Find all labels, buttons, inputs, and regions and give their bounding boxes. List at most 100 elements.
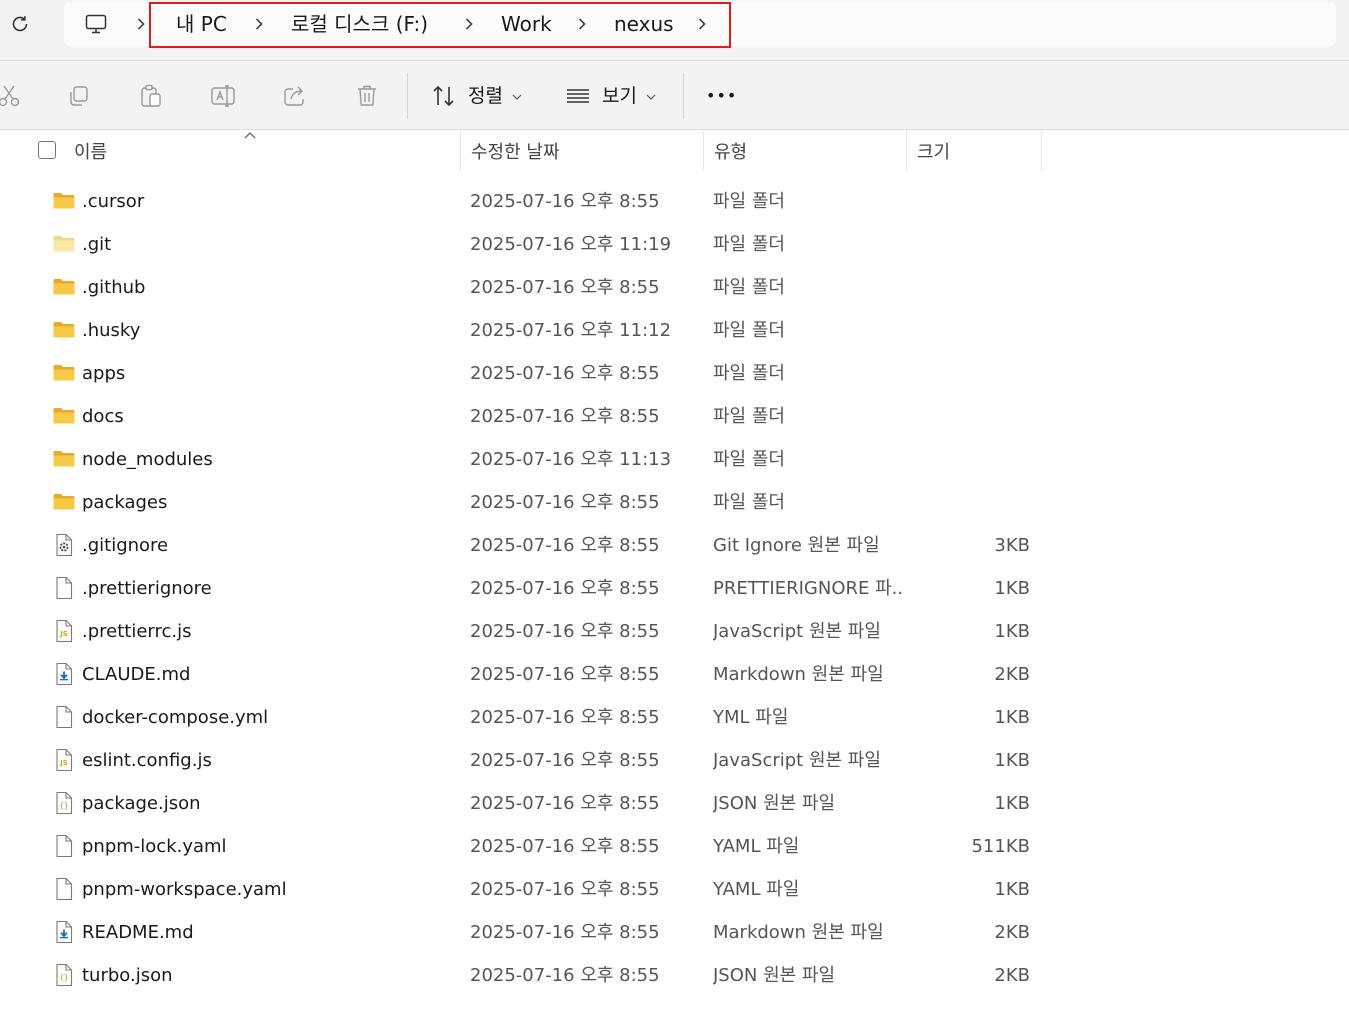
file-name[interactable]: .git xyxy=(82,233,111,257)
file-modified-date: 2025-07-16 오후 8:55 xyxy=(470,965,660,986)
file-type: PRETTIERIGNORE 파... xyxy=(713,578,903,599)
file-icon xyxy=(52,877,76,901)
file-row[interactable]: CLAUDE.md 2025-07-16 오후 8:55 Markdown 원본 파… xyxy=(0,654,1349,697)
sort-button[interactable]: 정렬 xyxy=(468,83,503,109)
file-size: 1KB xyxy=(994,793,1030,814)
copy-icon[interactable] xyxy=(66,83,92,109)
svg-text:JS: JS xyxy=(59,630,68,638)
folder-icon xyxy=(52,318,76,342)
svg-text:JS: JS xyxy=(59,759,68,767)
file-row[interactable]: apps 2025-07-16 오후 8:55 파일 폴더 xyxy=(0,353,1349,396)
file-name[interactable]: .cursor xyxy=(82,190,144,214)
file-name[interactable]: node_modules xyxy=(82,448,213,472)
file-icon xyxy=(52,834,76,858)
file-modified-date: 2025-07-16 오후 8:55 xyxy=(470,535,660,556)
file-name[interactable]: .gitignore xyxy=(82,534,168,558)
file-size: 1KB xyxy=(994,750,1030,771)
file-modified-date: 2025-07-16 오후 8:55 xyxy=(470,750,660,771)
file-type: Markdown 원본 파일 xyxy=(713,922,884,943)
file-row[interactable]: .cursor 2025-07-16 오후 8:55 파일 폴더 xyxy=(0,181,1349,224)
column-separator[interactable] xyxy=(1041,131,1042,171)
settings-file-icon xyxy=(52,533,76,557)
file-size: 1KB xyxy=(994,578,1030,599)
column-header-type[interactable]: 유형 xyxy=(714,140,747,166)
file-type: 파일 폴더 xyxy=(713,277,785,298)
file-row[interactable]: JS .prettierrc.js 2025-07-16 오후 8:55 JavaSc… xyxy=(0,611,1349,654)
file-row[interactable]: node_modules 2025-07-16 오후 11:13 파일 폴더 xyxy=(0,439,1349,482)
command-bar: 정렬 보기 ••• xyxy=(0,61,1349,130)
file-row[interactable]: .prettierignore 2025-07-16 오후 8:55 PRETTIE… xyxy=(0,568,1349,611)
chevron-down-icon[interactable] xyxy=(512,94,522,100)
file-name[interactable]: turbo.json xyxy=(82,964,173,988)
file-row[interactable]: {} package.json 2025-07-16 오후 8:55 JSON 원본 … xyxy=(0,783,1349,826)
file-type: YML 파일 xyxy=(713,707,789,728)
column-header-modified[interactable]: 수정한 날짜 xyxy=(471,140,560,166)
file-modified-date: 2025-07-16 오후 8:55 xyxy=(470,793,660,814)
sort-icon[interactable] xyxy=(431,83,457,109)
column-header-size[interactable]: 크기 xyxy=(917,140,950,166)
refresh-icon[interactable] xyxy=(8,12,32,36)
column-separator[interactable] xyxy=(460,131,461,171)
file-name[interactable]: .prettierrc.js xyxy=(82,620,192,644)
file-row[interactable]: docker-compose.yml 2025-07-16 오후 8:55 YML … xyxy=(0,697,1349,740)
file-size: 1KB xyxy=(994,707,1030,728)
file-type: Git Ignore 원본 파일 xyxy=(713,535,880,556)
file-name[interactable]: packages xyxy=(82,491,167,515)
toolbar-separator xyxy=(407,73,408,119)
file-name[interactable]: eslint.config.js xyxy=(82,749,212,773)
file-modified-date: 2025-07-16 오후 11:19 xyxy=(470,234,672,255)
js-file-icon: JS xyxy=(52,619,76,643)
file-name[interactable]: package.json xyxy=(82,792,201,816)
column-separator[interactable] xyxy=(906,131,907,171)
rename-icon[interactable] xyxy=(210,83,236,109)
file-row[interactable]: .github 2025-07-16 오후 8:55 파일 폴더 xyxy=(0,267,1349,310)
file-row[interactable]: pnpm-workspace.yaml 2025-07-16 오후 8:55 YAM… xyxy=(0,869,1349,912)
file-row[interactable]: .gitignore 2025-07-16 오후 8:55 Git Ignore 원… xyxy=(0,525,1349,568)
file-name[interactable]: docker-compose.yml xyxy=(82,706,268,730)
file-row[interactable]: packages 2025-07-16 오후 8:55 파일 폴더 xyxy=(0,482,1349,525)
file-row[interactable]: pnpm-lock.yaml 2025-07-16 오후 8:55 YAML 파일 5… xyxy=(0,826,1349,869)
file-modified-date: 2025-07-16 오후 8:55 xyxy=(470,836,660,857)
view-list-icon[interactable] xyxy=(565,83,591,109)
folder-icon xyxy=(52,490,76,514)
file-name[interactable]: apps xyxy=(82,362,125,386)
file-row[interactable]: JS eslint.config.js 2025-07-16 오후 8:55 Java… xyxy=(0,740,1349,783)
file-row[interactable]: README.md 2025-07-16 오후 8:55 Markdown 원본 파… xyxy=(0,912,1349,955)
file-name[interactable]: docs xyxy=(82,405,124,429)
file-row[interactable]: .husky 2025-07-16 오후 11:12 파일 폴더 xyxy=(0,310,1349,353)
folder-hidden-icon xyxy=(52,232,76,256)
column-header-name[interactable]: 이름 xyxy=(74,140,107,166)
file-row[interactable]: .git 2025-07-16 오후 11:19 파일 폴더 xyxy=(0,224,1349,267)
file-name[interactable]: .prettierignore xyxy=(82,577,212,601)
file-modified-date: 2025-07-16 오후 8:55 xyxy=(470,406,660,427)
delete-icon[interactable] xyxy=(354,83,380,109)
file-name[interactable]: pnpm-workspace.yaml xyxy=(82,878,287,902)
chevron-down-icon[interactable] xyxy=(646,94,656,100)
cut-icon[interactable] xyxy=(0,83,22,109)
file-modified-date: 2025-07-16 오후 11:12 xyxy=(470,320,672,341)
chevron-right-icon[interactable] xyxy=(134,17,148,31)
file-modified-date: 2025-07-16 오후 11:13 xyxy=(470,449,672,470)
more-icon[interactable]: ••• xyxy=(706,83,737,109)
select-all-checkbox[interactable] xyxy=(38,141,56,159)
column-separator[interactable] xyxy=(703,131,704,171)
file-type: 파일 폴더 xyxy=(713,449,785,470)
file-name[interactable]: .github xyxy=(82,276,145,300)
file-type: JSON 원본 파일 xyxy=(713,793,836,814)
file-name[interactable]: pnpm-lock.yaml xyxy=(82,835,227,859)
folder-icon xyxy=(52,404,76,428)
file-modified-date: 2025-07-16 오후 8:55 xyxy=(470,363,660,384)
computer-icon[interactable] xyxy=(84,12,108,36)
file-name[interactable]: .husky xyxy=(82,319,140,343)
markdown-file-icon xyxy=(52,662,76,686)
file-name[interactable]: README.md xyxy=(82,921,194,945)
file-type: 파일 폴더 xyxy=(713,492,785,513)
view-button[interactable]: 보기 xyxy=(602,83,637,109)
file-name[interactable]: CLAUDE.md xyxy=(82,663,190,687)
folder-icon xyxy=(52,361,76,385)
file-row[interactable]: {} turbo.json 2025-07-16 오후 8:55 JSON 원본 파일… xyxy=(0,955,1349,998)
sort-ascending-icon xyxy=(244,132,256,139)
paste-icon[interactable] xyxy=(138,83,164,109)
share-icon[interactable] xyxy=(282,83,308,109)
file-row[interactable]: docs 2025-07-16 오후 8:55 파일 폴더 xyxy=(0,396,1349,439)
